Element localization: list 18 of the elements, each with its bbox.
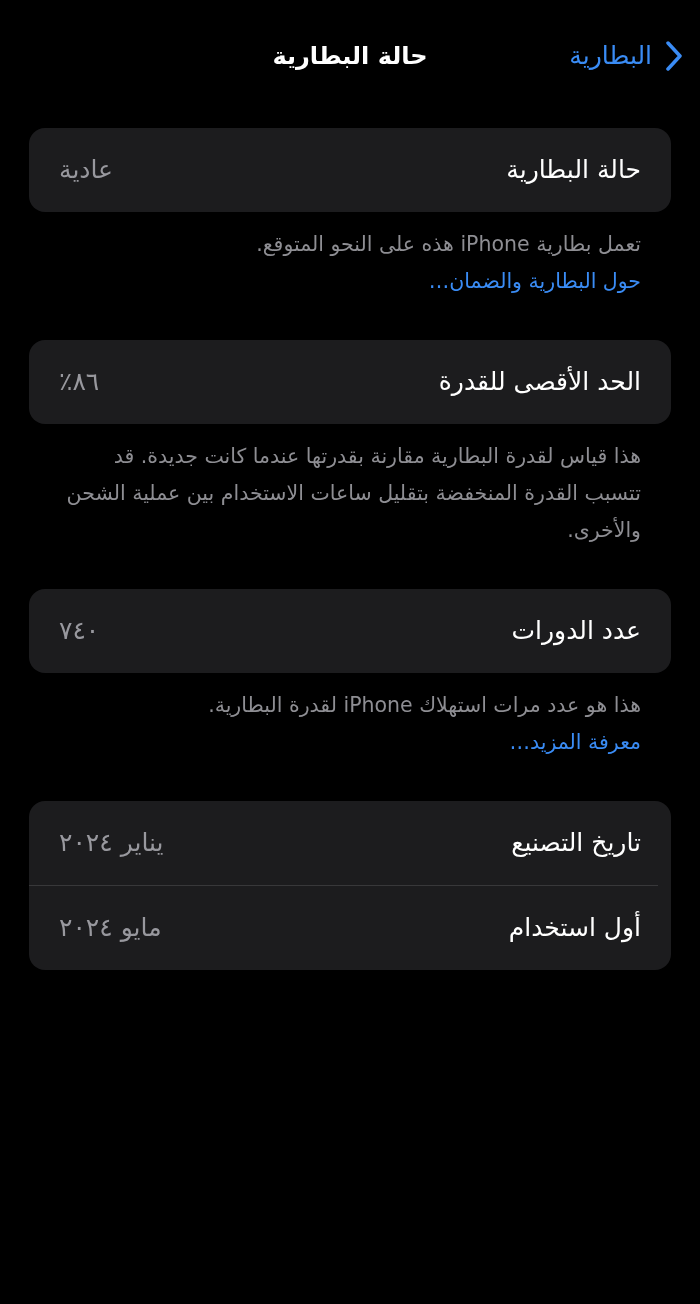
row-value: ٨٦٪ — [59, 366, 100, 399]
row-label: حالة البطارية — [506, 154, 641, 187]
row-label: الحد الأقصى للقدرة — [438, 365, 641, 399]
footer-link[interactable]: معرفة المزيد… — [509, 724, 641, 761]
footer-text: هذا قياس لقدرة البطارية مقارنة بقدرتها عندما كانت جديدة. قد تتسبب القدرة المنخفضة بتقليل ساعات الاستخدام بين عملية الشحن والأخرى. — [66, 444, 641, 542]
footer-text: هذا هو عدد مرات استهلاك iPhone لقدرة البطارية. — [208, 693, 641, 717]
row-value: مايو ٢٠٢٤ — [59, 912, 162, 945]
back-button[interactable]: البطارية — [569, 37, 682, 75]
footer-text: تعمل بطارية iPhone هذه على النحو المتوقع. — [256, 232, 641, 256]
row-label: عدد الدورات — [511, 615, 641, 648]
row-value: يناير ٢٠٢٤ — [59, 827, 164, 860]
page-title: حالة البطارية — [272, 41, 428, 72]
row-value: ٧٤٠ — [59, 615, 100, 648]
row-label: تاريخ التصنيع — [511, 827, 641, 860]
row-label: أول استخدام — [508, 910, 641, 945]
chevron-right-icon — [666, 41, 682, 71]
row-value: عادية — [59, 154, 114, 187]
footer-link[interactable]: حول البطارية والضمان… — [428, 269, 641, 293]
